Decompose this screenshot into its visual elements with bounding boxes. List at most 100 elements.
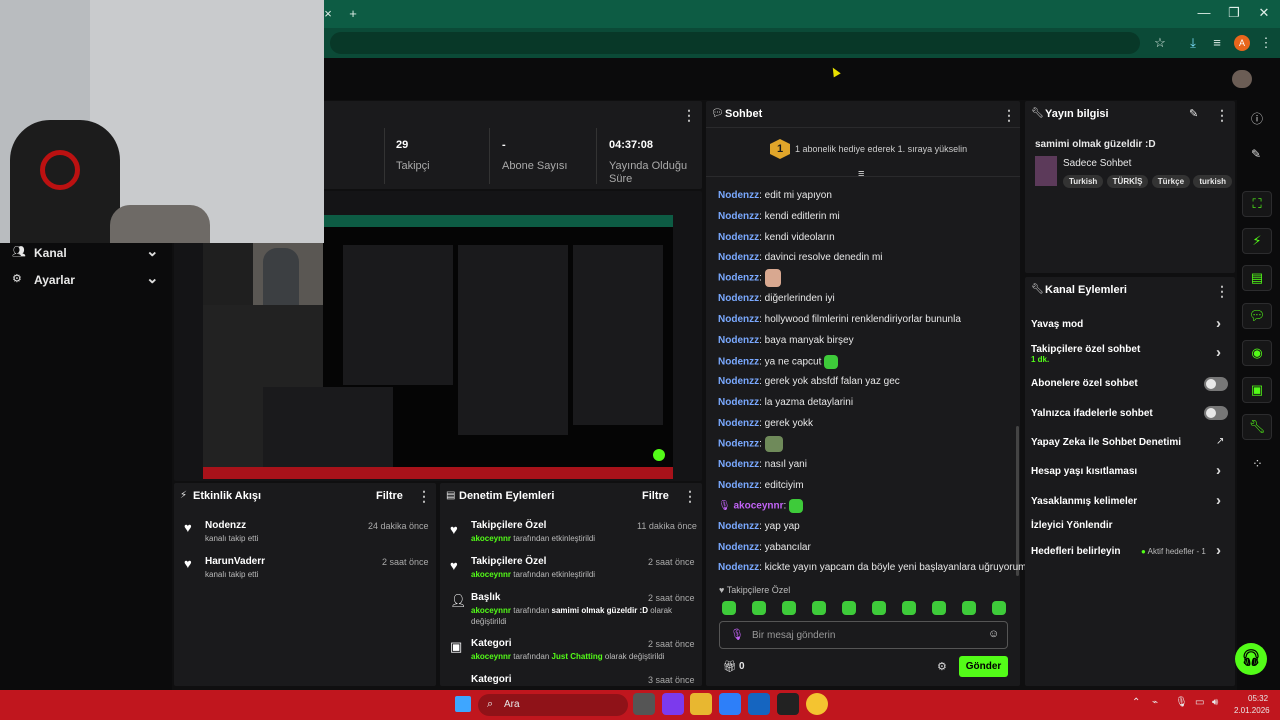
chat-username[interactable]: Nodenzz bbox=[718, 211, 759, 222]
media-icon[interactable]: ≡ bbox=[1207, 33, 1227, 53]
taskbar-search[interactable]: ⌕ Ara bbox=[478, 694, 628, 716]
event-actor[interactable]: akoceynnr bbox=[471, 534, 511, 543]
volume-icon[interactable]: 🔊︎ bbox=[1212, 697, 1218, 708]
download-icon[interactable]: ⤓ bbox=[1183, 33, 1203, 53]
chevron-right-icon[interactable]: › bbox=[1216, 492, 1221, 509]
more-options-icon[interactable]: ⋮ bbox=[682, 107, 696, 124]
action-account-age[interactable]: Hesap yaşı kısıtlaması bbox=[1031, 466, 1137, 477]
chat-username[interactable]: Nodenzz bbox=[718, 357, 759, 368]
broadcast-icon[interactable]: ◉ bbox=[1242, 340, 1272, 366]
chat-username[interactable]: Nodenzz bbox=[718, 232, 759, 243]
sidebar-item-ayarlar[interactable]: ⚙ Ayarlar ⌄ bbox=[12, 270, 162, 288]
chevron-right-icon[interactable]: › bbox=[1216, 542, 1221, 559]
chat-scrollbar[interactable] bbox=[1016, 426, 1019, 576]
action-banned-words[interactable]: Yasaklanmış kelimeler bbox=[1031, 496, 1137, 507]
category-name[interactable]: Sadece Sohbet bbox=[1063, 158, 1131, 169]
network-icon[interactable]: ⌁ bbox=[1152, 697, 1158, 708]
chat-username[interactable]: Nodenzz bbox=[718, 542, 759, 553]
edit-icon[interactable]: ✎ bbox=[1251, 147, 1261, 161]
close-window-icon[interactable]: ✕ bbox=[1254, 3, 1274, 23]
chat-username[interactable]: Nodenzz bbox=[718, 562, 759, 573]
clock-time[interactable]: 05:32 bbox=[1248, 694, 1268, 703]
file-explorer-icon[interactable] bbox=[690, 693, 712, 715]
chat-icon[interactable]: 💬︎ bbox=[1242, 303, 1272, 329]
chat-username[interactable]: Nodenzz bbox=[718, 335, 759, 346]
apps-icon[interactable]: ⁘ bbox=[1252, 456, 1263, 472]
profile-avatar[interactable]: A bbox=[1234, 35, 1250, 51]
gift-icon[interactable]: 🎁︎ bbox=[723, 660, 737, 673]
emoji-icon[interactable]: ☺ bbox=[988, 628, 999, 640]
chat-username[interactable]: Nodenzz bbox=[718, 293, 759, 304]
task-view-icon[interactable] bbox=[633, 693, 655, 715]
chat-username[interactable]: Nodenzz bbox=[718, 397, 759, 408]
wrench-icon[interactable]: 🔧︎ bbox=[1242, 414, 1272, 440]
category-thumbnail[interactable] bbox=[1035, 156, 1057, 186]
tag-chip[interactable]: turkish bbox=[1193, 175, 1233, 188]
activity-filter-button[interactable]: Filtre bbox=[376, 490, 403, 502]
bolt-icon[interactable]: ⚡︎ bbox=[1242, 228, 1272, 254]
new-tab-icon[interactable]: + bbox=[343, 4, 363, 24]
bookmark-star-icon[interactable]: ☆ bbox=[1150, 33, 1170, 53]
notes-icon[interactable]: ▤ bbox=[1242, 265, 1272, 291]
obs-icon[interactable] bbox=[777, 693, 799, 715]
copilot-icon[interactable] bbox=[662, 693, 684, 715]
emote-icon[interactable] bbox=[722, 601, 736, 615]
chevron-right-icon[interactable]: › bbox=[1216, 462, 1221, 479]
chat-username[interactable]: Nodenzz bbox=[718, 252, 759, 263]
maximize-icon[interactable]: ❐ bbox=[1224, 3, 1244, 23]
emote-icon[interactable] bbox=[782, 601, 796, 615]
more-options-icon[interactable]: ⋮ bbox=[683, 488, 697, 505]
chat-settings-icon[interactable]: ⚙ bbox=[937, 660, 947, 673]
windows-start-icon[interactable] bbox=[455, 696, 471, 712]
microphone-icon[interactable]: 🎙︎ bbox=[1175, 697, 1188, 708]
chat-username[interactable]: Nodenzz bbox=[718, 314, 759, 325]
mail-icon[interactable] bbox=[748, 693, 770, 715]
chat-username[interactable]: Nodenzz bbox=[718, 521, 759, 532]
emotes-only-toggle[interactable] bbox=[1204, 406, 1228, 420]
help-headset-icon[interactable]: 🎧︎ bbox=[1235, 643, 1267, 675]
chat-username[interactable]: Nodenzz bbox=[718, 480, 759, 491]
action-followers-only[interactable]: Takipçilere özel sohbet bbox=[1031, 344, 1140, 355]
more-options-icon[interactable]: ⋮ bbox=[1002, 107, 1016, 124]
action-raid[interactable]: İzleyici Yönlendir bbox=[1031, 520, 1113, 531]
send-button[interactable]: Gönder bbox=[959, 656, 1008, 677]
event-actor[interactable]: akoceynnr bbox=[471, 652, 511, 661]
more-options-icon[interactable]: ⋮ bbox=[417, 488, 431, 505]
chat-input[interactable]: 🎙︎ Bir mesaj gönderin ☺ bbox=[719, 621, 1008, 649]
subscribers-only-toggle[interactable] bbox=[1204, 377, 1228, 391]
action-slow-mode[interactable]: Yavaş mod bbox=[1031, 319, 1083, 330]
chat-username[interactable]: akoceynnr bbox=[733, 501, 783, 512]
user-card-icon[interactable]: ▣ bbox=[1242, 377, 1272, 403]
url-input[interactable] bbox=[330, 32, 1140, 54]
edit-pencil-icon[interactable]: ✎ bbox=[1189, 107, 1198, 120]
sidebar-item-kanal[interactable]: 👥︎ Kanal ⌄ bbox=[12, 243, 162, 261]
chat-username[interactable]: Nodenzz bbox=[718, 418, 759, 429]
emote-icon[interactable] bbox=[962, 601, 976, 615]
screen-capture-icon[interactable]: ⛶ bbox=[1242, 191, 1272, 217]
info-icon[interactable]: ⓘ bbox=[1251, 110, 1263, 127]
chat-username[interactable]: Nodenzz bbox=[718, 273, 759, 284]
tray-chevron-up-icon[interactable]: ⌃ bbox=[1132, 697, 1140, 708]
chrome-icon[interactable] bbox=[806, 693, 828, 715]
chevron-right-icon[interactable]: › bbox=[1216, 315, 1221, 332]
chevron-right-icon[interactable]: › bbox=[1216, 344, 1221, 361]
clock-date[interactable]: 2.01.2026 bbox=[1234, 706, 1270, 715]
display-icon[interactable]: ▭ bbox=[1195, 697, 1204, 708]
event-user[interactable]: Nodenzz bbox=[205, 520, 246, 531]
chat-username[interactable]: Nodenzz bbox=[718, 439, 759, 450]
store-icon[interactable] bbox=[719, 693, 741, 715]
emote-icon[interactable] bbox=[872, 601, 886, 615]
chat-username[interactable]: Nodenzz bbox=[718, 459, 759, 470]
emote-icon[interactable] bbox=[812, 601, 826, 615]
action-set-goals[interactable]: Hedefleri belirleyin bbox=[1031, 546, 1120, 557]
emote-icon[interactable] bbox=[842, 601, 856, 615]
more-options-icon[interactable]: ⋮ bbox=[1215, 283, 1229, 300]
tag-chip[interactable]: Türkçe bbox=[1151, 175, 1191, 188]
browser-menu-icon[interactable]: ⋮ bbox=[1256, 33, 1276, 53]
user-avatar[interactable] bbox=[1232, 70, 1252, 88]
emote-icon[interactable] bbox=[752, 601, 766, 615]
minimize-icon[interactable]: — bbox=[1194, 3, 1214, 23]
event-user[interactable]: HarunVaderr bbox=[205, 556, 265, 567]
gift-leaderboard[interactable]: 1 1 abonelik hediye ederek 1. sıraya yük… bbox=[706, 127, 1020, 180]
external-link-icon[interactable]: ↗ bbox=[1216, 436, 1224, 447]
